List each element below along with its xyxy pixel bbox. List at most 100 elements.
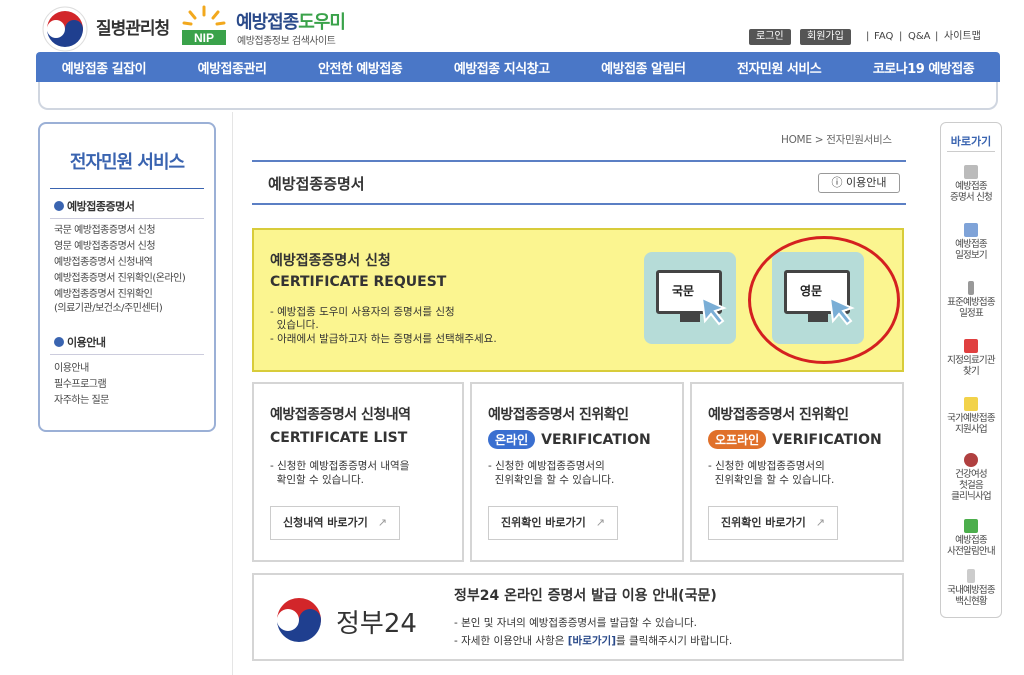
usage-guide-button[interactable]: ⓘ 이용안내	[818, 173, 900, 193]
request-desc: - 예방접종 도우미 사용자의 증명서를 신청	[270, 306, 455, 318]
hospital-icon	[964, 339, 978, 353]
title-rule	[252, 160, 906, 162]
login-button[interactable]: 로그인	[749, 29, 791, 45]
clinic-icon	[964, 453, 978, 467]
verification-online-card: 예방접종증명서 진위확인 온라인 VERIFICATION - 신청한 예방접종증…	[470, 382, 684, 562]
nav-item-management[interactable]: 예방접종관리	[198, 58, 267, 77]
sidebar-section-certificate[interactable]: 예방접종증명서	[54, 198, 135, 214]
gov24-shortcut-link[interactable]: [바로가기]	[568, 635, 616, 647]
nav-item-e-service[interactable]: 전자민원 서비스	[737, 58, 822, 77]
link-label: 신청내역 바로가기	[283, 516, 368, 529]
sidebar-section-guide[interactable]: 이용안내	[54, 334, 106, 350]
verify-online-link[interactable]: 진위확인 바로가기 ↗	[488, 506, 619, 540]
sidebar-item-faq[interactable]: 자주하는 질문	[54, 394, 109, 408]
card-subtitle: VERIFICATION	[541, 432, 651, 448]
faq-link[interactable]: FAQ	[874, 29, 893, 45]
verify-offline-link[interactable]: 진위확인 바로가기 ↗	[708, 506, 839, 540]
card-subtitle-row: 오프라인 VERIFICATION	[708, 430, 882, 449]
quick-item-label: 클리닉사업	[951, 491, 991, 502]
gov24-desc-text: - 자세한 이용안내 사항은	[454, 635, 568, 647]
card-desc-line: 확인할 수 있습니다.	[270, 474, 364, 486]
card-title: 예방접종증명서 신청내역	[270, 407, 411, 423]
sidebar-item-programs[interactable]: 필수프로그램	[54, 378, 107, 392]
sidebar-divider	[50, 188, 204, 189]
request-title-en: CERTIFICATE REQUEST	[270, 274, 447, 290]
nip-label: NIP	[194, 31, 214, 45]
bullet-icon	[54, 337, 64, 347]
quick-item-national-program[interactable]: 국가예방접종 지원사업	[941, 397, 1001, 435]
help-icon: ⓘ	[831, 176, 843, 189]
quick-item-label: 국내예방접종	[947, 585, 995, 596]
quick-item-label: 예방접종	[955, 535, 988, 546]
card-subtitle-row: 온라인 VERIFICATION	[488, 430, 651, 449]
quick-item-clinics[interactable]: 지정의료기관 찾기	[941, 339, 1001, 377]
sub-nav-bar	[38, 82, 998, 110]
quick-item-vaccine-status[interactable]: 국내예방접종 백신현황	[941, 569, 1001, 607]
util-divider: |	[866, 31, 870, 42]
certificate-list-card: 예방접종증명서 신청내역 CERTIFICATE LIST - 신청한 예방접종…	[252, 382, 464, 562]
sidebar-item-english-request[interactable]: 영문 예방접종증명서 신청	[54, 240, 156, 254]
monitor-stand	[680, 314, 700, 322]
request-desc: 있습니다.	[270, 319, 319, 331]
korean-certificate-button[interactable]: 국문	[644, 252, 736, 344]
nav-item-guide[interactable]: 예방접종 길잡이	[62, 58, 147, 77]
quick-item-label: 증명서 신청	[950, 192, 993, 203]
sidebar-divider	[50, 354, 204, 355]
quick-item-label: 사전알림안내	[947, 546, 995, 557]
card-desc-line: - 신청한 예방접종증명서 내역을	[270, 460, 410, 472]
quick-item-label: 지원사업	[955, 424, 988, 435]
nav-item-safety[interactable]: 안전한 예방접종	[318, 58, 403, 77]
sidebar-item-verify-online[interactable]: 예방접종증명서 진위확인(온라인)	[54, 272, 186, 286]
site-subtitle: 예방접종정보 검색사이트	[237, 36, 336, 47]
card-subtitle: VERIFICATION	[772, 432, 882, 448]
sidebar-item-usage[interactable]: 이용안내	[54, 362, 89, 376]
nip-logo[interactable]: NIP	[180, 3, 228, 47]
bullet-icon	[54, 201, 64, 211]
breadcrumb: HOME > 전자민원서비스	[781, 134, 892, 146]
sidebar-section-label: 이용안내	[67, 336, 106, 349]
quick-item-label: 일정표	[959, 308, 984, 319]
speaker-icon	[964, 519, 978, 533]
quick-item-label: 예방접종	[955, 239, 988, 250]
request-list-link[interactable]: 신청내역 바로가기 ↗	[270, 506, 401, 540]
korean-label: 국문	[672, 284, 695, 298]
nav-item-knowledge[interactable]: 예방접종 지식창고	[454, 58, 550, 77]
quick-item-label: 국가예방접종	[947, 413, 995, 424]
util-divider: |	[899, 31, 903, 42]
site-title[interactable]: 예방접종도우미	[236, 8, 346, 34]
vial-icon	[967, 569, 975, 583]
util-divider: |	[935, 31, 939, 42]
quick-item-standard-schedule[interactable]: 표준예방접종 일정표	[941, 281, 1001, 319]
card-desc: - 신청한 예방접종증명서 내역을 확인할 수 있습니다.	[270, 459, 409, 487]
quick-item-certificate[interactable]: 예방접종 증명서 신청	[941, 165, 1001, 203]
card-title: 예방접종증명서 진위확인	[488, 407, 629, 423]
quick-item-label: 일정보기	[955, 250, 988, 261]
sidebar-item-korean-request[interactable]: 국문 예방접종증명서 신청	[54, 224, 156, 238]
sitemap-link[interactable]: 사이트맵	[944, 29, 981, 45]
kdca-logo[interactable]	[42, 6, 88, 52]
card-desc-line: 진위확인을 할 수 있습니다.	[488, 474, 615, 486]
gov24-logo-icon[interactable]	[274, 595, 324, 645]
card-subtitle: CERTIFICATE LIST	[270, 430, 408, 446]
card-desc: - 신청한 예방접종증명서의 진위확인을 할 수 있습니다.	[488, 459, 614, 487]
org-name: 질병관리청	[96, 19, 170, 39]
quick-divider	[947, 151, 995, 152]
sidebar-item-verify-offline[interactable]: 예방접종증명서 진위확인 (의료기관/보건소/주민센터)	[54, 288, 163, 316]
external-link-icon: ↗	[595, 516, 606, 529]
quick-item-pre-alert[interactable]: 예방접종 사전알림안내	[941, 519, 1001, 557]
sidebar-item-request-list[interactable]: 예방접종증명서 신청내역	[54, 256, 153, 270]
sidebar-title: 전자민원 서비스	[69, 152, 185, 173]
join-button[interactable]: 회원가입	[800, 29, 851, 45]
qa-link[interactable]: Q&A	[908, 29, 931, 45]
nav-item-notice[interactable]: 예방접종 알림터	[601, 58, 686, 77]
gov24-panel: 정부24 정부24 온라인 증명서 발급 이용 안내(국문) - 본인 및 자녀…	[252, 573, 904, 661]
nav-item-covid19[interactable]: 코로나19 예방접종	[873, 58, 975, 77]
site-title-a: 예방접종	[236, 12, 299, 33]
gov24-title: 정부24 온라인 증명서 발급 이용 안내(국문)	[454, 588, 717, 604]
quick-item-schedule[interactable]: 예방접종 일정보기	[941, 223, 1001, 261]
link-label: 진위확인 바로가기	[501, 516, 586, 529]
gov24-desc: - 자세한 이용안내 사항은 [바로가기]를 클릭해주시기 바랍니다.	[454, 633, 732, 648]
request-desc: - 아래에서 발급하고자 하는 증명서를 선택해주세요.	[270, 333, 497, 345]
quick-item-women-clinic[interactable]: 건강여성 첫걸음 클리닉사업	[941, 453, 1001, 502]
online-badge: 온라인	[488, 430, 536, 449]
